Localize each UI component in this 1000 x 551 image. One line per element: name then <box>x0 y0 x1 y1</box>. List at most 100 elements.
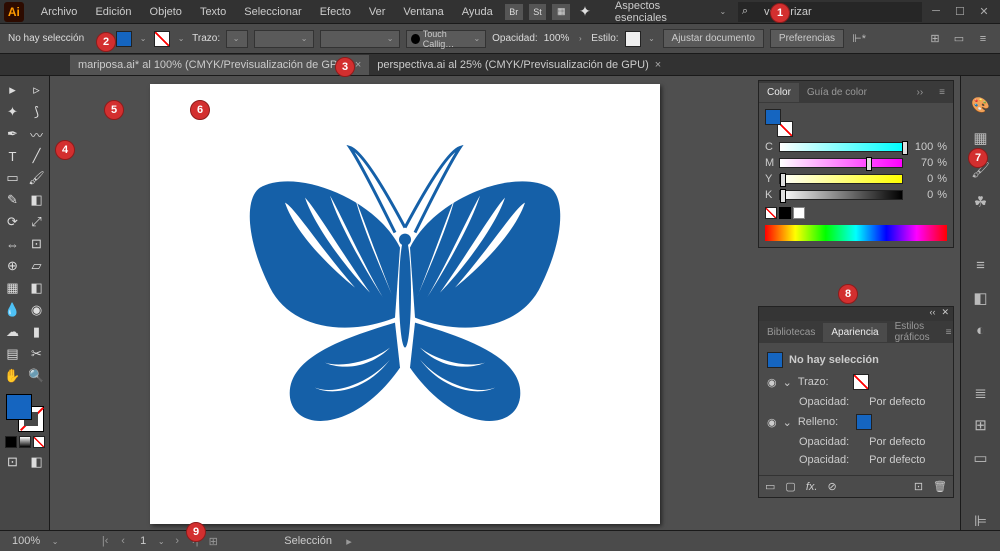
fill-swatch[interactable] <box>116 31 132 47</box>
tab-close-icon[interactable]: × <box>655 59 661 71</box>
panel-close-icon[interactable]: ✕ <box>941 307 949 321</box>
artboard-tool[interactable]: ▤ <box>2 344 24 364</box>
menu-archivo[interactable]: Archivo <box>32 2 87 22</box>
arrange-icon[interactable]: ▦ <box>552 4 570 20</box>
scale-tool[interactable]: ⤢ <box>26 212 48 232</box>
menu-efecto[interactable]: Efecto <box>311 2 360 22</box>
expand-icon[interactable]: ⌄ <box>783 416 792 429</box>
opacity-dropdown[interactable]: › <box>575 34 585 43</box>
screen-mode[interactable]: ⊡ <box>2 452 24 472</box>
menu-icon[interactable]: ≡ <box>974 30 992 48</box>
align-icon[interactable]: ⊩* <box>850 30 868 48</box>
width-tool[interactable]: ⇔ <box>2 234 24 254</box>
none-swatch[interactable] <box>765 207 777 219</box>
curvature-tool[interactable]: 〰 <box>26 124 48 144</box>
close-button[interactable]: ✕ <box>978 5 990 18</box>
slider-K[interactable]: K0% <box>765 189 947 201</box>
transform-icon[interactable]: ⊞ <box>926 30 944 48</box>
type-tool[interactable]: T <box>2 146 24 166</box>
zoom-level[interactable]: 100% <box>6 535 46 547</box>
slice-tool[interactable]: ✂ <box>26 344 48 364</box>
artboard-number[interactable]: 1 <box>134 535 152 547</box>
maximize-button[interactable]: ☐ <box>954 5 966 18</box>
gradient-mode[interactable] <box>19 436 31 448</box>
brush-def[interactable]: ⌄ <box>320 30 400 48</box>
swatches-icon[interactable]: ▦ <box>970 128 992 146</box>
canvas[interactable]: Color Guía de color ››≡ C100%M70%Y0%K0% <box>50 76 960 530</box>
rotate-tool[interactable]: ⟳ <box>2 212 24 232</box>
slider-C[interactable]: C100% <box>765 141 947 153</box>
menu-texto[interactable]: Texto <box>191 2 235 22</box>
edit-mode[interactable]: ◧ <box>26 452 48 472</box>
layers-icon[interactable]: ≣ <box>970 384 992 402</box>
direct-selection-tool[interactable]: ▹ <box>26 80 48 100</box>
symbols-icon[interactable]: ☘ <box>970 193 992 211</box>
stroke-panel-icon[interactable]: ≡ <box>970 256 992 274</box>
stroke-swatch[interactable] <box>154 31 170 47</box>
bridge-icon[interactable]: Br <box>505 4 523 20</box>
tab-color[interactable]: Color <box>759 83 799 102</box>
mesh-tool[interactable]: ▦ <box>2 278 24 298</box>
tab-apariencia[interactable]: Apariencia <box>823 323 886 342</box>
fill-stroke-indicator[interactable] <box>6 394 44 432</box>
pen-tool[interactable]: ✒ <box>2 124 24 144</box>
duplicate-icon[interactable]: ⊡ <box>914 480 923 493</box>
magic-wand-tool[interactable]: ✦ <box>2 102 24 122</box>
next-artboard-button[interactable]: › <box>170 535 184 547</box>
stroke-value-swatch[interactable] <box>853 374 869 390</box>
slider-Y[interactable]: Y0% <box>765 173 947 185</box>
spectrum-bar[interactable] <box>765 225 947 241</box>
stock-icon[interactable]: St <box>529 4 547 20</box>
menu-ver[interactable]: Ver <box>360 2 395 22</box>
expand-icon[interactable]: ⌄ <box>783 376 792 389</box>
first-artboard-button[interactable]: |‹ <box>98 535 112 547</box>
shape-icon[interactable]: ▭ <box>950 30 968 48</box>
status-menu-icon[interactable]: ▸ <box>342 535 356 548</box>
transparency-icon[interactable]: ◐ <box>970 321 992 339</box>
asset-icon[interactable]: ⊞ <box>970 416 992 434</box>
tab-estilos gráficos[interactable]: Estilos gráficos <box>887 317 938 347</box>
white-swatch[interactable] <box>793 207 805 219</box>
fit-document-button[interactable]: Ajustar documento <box>663 29 764 48</box>
color-mode[interactable] <box>5 436 17 448</box>
shaper-tool[interactable]: ✎ <box>2 190 24 210</box>
gradient-tool[interactable]: ◧ <box>26 278 48 298</box>
graph-tool[interactable]: ▮ <box>26 322 48 342</box>
blend-tool[interactable]: ◉ <box>26 300 48 320</box>
rectangle-tool[interactable]: ▭ <box>2 168 24 188</box>
minimize-button[interactable]: ─ <box>930 5 942 18</box>
menu-ayuda[interactable]: Ayuda <box>453 2 502 22</box>
menu-edición[interactable]: Edición <box>86 2 140 22</box>
panel-menu-icon[interactable]: ≡ <box>931 83 953 102</box>
align-panel-icon[interactable]: ⊫ <box>970 512 992 530</box>
stroke-weight[interactable]: ⌄ <box>226 30 248 48</box>
gradient-panel-icon[interactable]: ◧ <box>970 288 992 306</box>
new-fill-icon[interactable]: ▭ <box>765 480 775 493</box>
selection-tool[interactable]: ▸ <box>2 80 24 100</box>
eraser-tool[interactable]: ◧ <box>26 190 48 210</box>
document-tab[interactable]: mariposa.ai* al 100% (CMYK/Previsualizac… <box>70 55 369 75</box>
eyedropper-tool[interactable]: 💧 <box>2 300 24 320</box>
shape-builder-tool[interactable]: ⊕ <box>2 256 24 276</box>
perspective-tool[interactable]: ▱ <box>26 256 48 276</box>
fx-icon[interactable]: fx. <box>806 481 818 493</box>
brush-preset[interactable]: Touch Callig…⌄ <box>406 30 486 48</box>
menu-objeto[interactable]: Objeto <box>141 2 191 22</box>
preferences-button[interactable]: Preferencias <box>770 29 844 48</box>
menu-ventana[interactable]: Ventana <box>394 2 452 22</box>
menu-seleccionar[interactable]: Seleccionar <box>235 2 310 22</box>
gpu-icon[interactable]: ✦ <box>576 4 594 20</box>
trash-icon[interactable]: 🗑 <box>933 480 947 493</box>
line-tool[interactable]: ╱ <box>26 146 48 166</box>
fill-value-swatch[interactable] <box>856 414 872 430</box>
visibility-icon[interactable]: ◉ <box>767 416 777 429</box>
panel-collapse-icon[interactable]: ›› <box>908 83 931 102</box>
artboards-icon[interactable]: ▭ <box>970 449 992 467</box>
free-transform-tool[interactable]: ⊡ <box>26 234 48 254</box>
style-swatch[interactable] <box>625 31 641 47</box>
color-themes-icon[interactable]: 🎨 <box>970 96 992 114</box>
black-swatch[interactable] <box>779 207 791 219</box>
symbol-tool[interactable]: ☁ <box>2 322 24 342</box>
panel-menu-icon[interactable]: ≡ <box>938 323 960 342</box>
document-tab[interactable]: perspectiva.ai al 25% (CMYK/Previsualiza… <box>369 55 669 75</box>
